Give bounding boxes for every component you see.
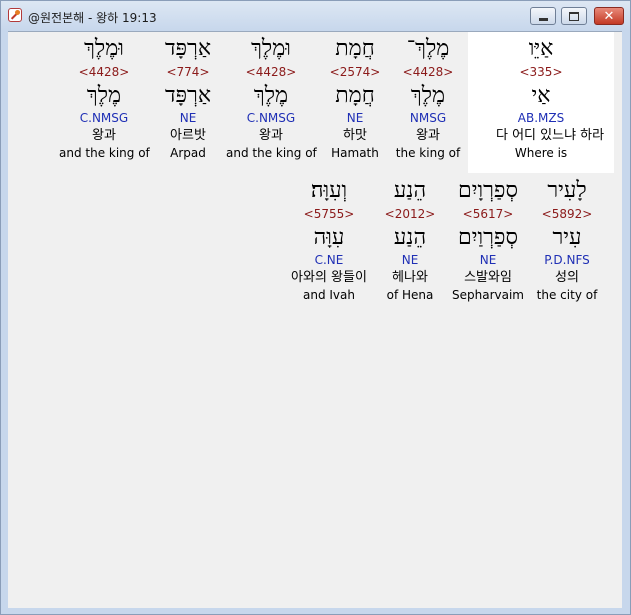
hebrew-word: סְפַרְוָיִם <box>458 178 518 203</box>
hebrew-word: חֲמָת <box>335 36 375 61</box>
word-column[interactable]: חֲמָת <2574> חֲמָת NE 하맛 Hamath <box>310 36 400 161</box>
morph-code: C.NE <box>314 253 344 267</box>
interlinear-panel: אַיֵּו <335> אַי AB.MZS 다 어디 있느냐 하라 Where is מ… <box>8 31 622 608</box>
morph-code: C.NMSG <box>246 111 296 125</box>
morph-code: NE <box>401 253 419 267</box>
app-logo-icon <box>8 8 22 22</box>
english-gloss: Arpad <box>170 146 206 160</box>
maximize-icon <box>569 11 579 21</box>
korean-gloss: 성의 <box>555 270 579 285</box>
word-column[interactable]: וּמֶלֶךְ <4428> מֶלֶךְ C.NMSG 왕과 and the king… <box>59 36 150 161</box>
window-title: @원전본해 - 왕하 19:13 <box>28 11 157 25</box>
hebrew-word: וְעִוָּה׃ <box>310 178 348 203</box>
word-column[interactable]: הֵנַע <2012> הֵנַע NE 헤나와 of Hena <box>365 178 455 303</box>
english-gloss: and the king of <box>226 146 317 160</box>
lemma-word: עִיר <box>552 225 582 250</box>
lemma-word: סְפַרְוַיִם <box>458 225 518 250</box>
korean-gloss: 아르밧 <box>170 128 206 143</box>
word-column[interactable]: אַרְפָּד <774> אַרְפָּד NE 아르밧 Arpad <box>143 36 233 161</box>
strong-number: <335> <box>519 65 563 79</box>
hebrew-word: אַרְפָּד <box>164 36 212 61</box>
english-gloss: and Ivah <box>303 288 355 302</box>
strong-number: <4428> <box>78 65 130 79</box>
word-column[interactable]: אַיֵּו <335> אַי AB.MZS 다 어디 있느냐 하라 Where is <box>496 36 605 161</box>
strong-number: <2574> <box>329 65 381 79</box>
korean-gloss: 스발와임 <box>464 270 512 285</box>
hebrew-word: וּמֶלֶךְ <box>251 36 291 61</box>
english-gloss: Hamath <box>331 146 379 160</box>
english-gloss: and the king of <box>59 146 150 160</box>
minimize-button[interactable] <box>530 7 556 25</box>
word-column[interactable]: וְעִוָּה׃ <5755> עִוָּה C.NE 아와의 왕들이 and Ivah <box>284 178 374 303</box>
app-window: @원전본해 - 왕하 19:13 ✕ אַיֵּו <335> אַי AB.MZS 다… <box>0 0 631 615</box>
lemma-word: מֶלֶךְ <box>86 83 122 108</box>
close-button[interactable]: ✕ <box>594 7 624 25</box>
minimize-icon <box>538 17 548 21</box>
morph-code: C.NMSG <box>79 111 129 125</box>
morph-code: NE <box>346 111 364 125</box>
english-gloss: Where is <box>514 146 568 160</box>
word-column[interactable]: לָעִיר <5892> עִיר P.D.NFS 성의 the city of <box>522 178 612 303</box>
title-bar[interactable]: @원전본해 - 왕하 19:13 ✕ <box>1 1 630 31</box>
korean-gloss: 왕과 <box>259 128 283 143</box>
korean-gloss: 하맛 <box>343 128 367 143</box>
strong-number: <5892> <box>541 207 593 221</box>
english-gloss: of Hena <box>386 288 434 302</box>
word-column[interactable]: סְפַרְוָיִם <5617> סְפַרְוַיִם NE 스발와임 Sephar… <box>443 178 533 303</box>
hebrew-word: הֵנַע <box>393 178 427 203</box>
morph-code: NE <box>179 111 197 125</box>
lemma-word: עִוָּה <box>313 225 345 250</box>
word-column[interactable]: וּמֶלֶךְ <4428> מֶלֶךְ C.NMSG 왕과 and the king… <box>226 36 317 161</box>
korean-gloss: 헤나와 <box>392 270 428 285</box>
close-icon: ✕ <box>603 8 615 24</box>
lemma-word: חֲמָת <box>335 83 375 108</box>
morph-code: AB.MZS <box>517 111 565 125</box>
maximize-button[interactable] <box>561 7 587 25</box>
lemma-word: הֵנַע <box>393 225 427 250</box>
hebrew-word: אַיֵּו <box>528 36 554 61</box>
strong-number: <4428> <box>245 65 297 79</box>
english-gloss: Sepharvaim <box>452 288 524 302</box>
strong-number: <774> <box>166 65 210 79</box>
strong-number: <2012> <box>384 207 436 221</box>
korean-gloss: 다 어디 있느냐 하라 <box>496 128 605 143</box>
lemma-word: אַי <box>531 83 551 108</box>
morph-code: NE <box>479 253 497 267</box>
morph-code: P.D.NFS <box>544 253 590 267</box>
korean-gloss: 아와의 왕들이 <box>291 270 367 285</box>
strong-number: <5755> <box>303 207 355 221</box>
hebrew-word: לָעִיר <box>547 178 587 203</box>
strong-number: <5617> <box>462 207 514 221</box>
english-gloss: the city of <box>536 288 598 302</box>
hebrew-word: וּמֶלֶךְ <box>84 36 124 61</box>
lemma-word: מֶלֶךְ <box>253 83 289 108</box>
lemma-word: אַרְפָּד <box>164 83 212 108</box>
korean-gloss: 왕과 <box>92 128 116 143</box>
